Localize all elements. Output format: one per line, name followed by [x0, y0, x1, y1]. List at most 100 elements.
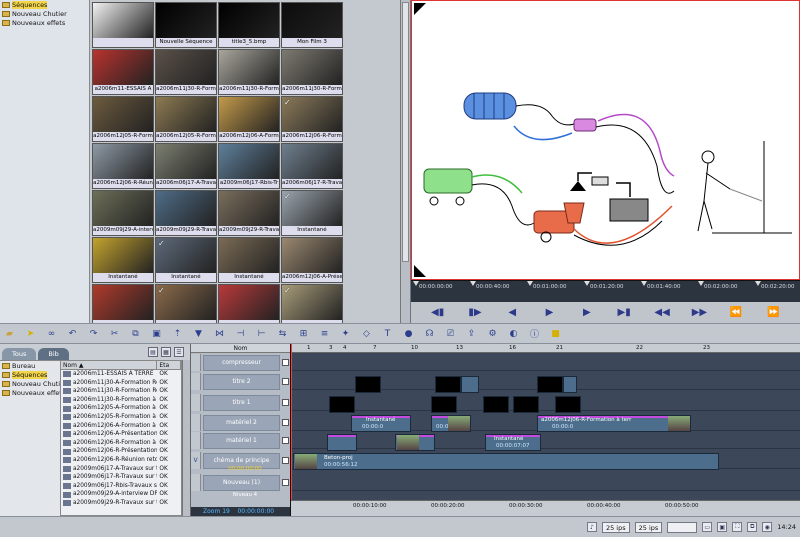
- col-name[interactable]: Nom ▲: [61, 361, 158, 369]
- step-forward-icon[interactable]: ▶: [543, 307, 557, 318]
- clip-thumbnail[interactable]: ✓: [155, 284, 217, 323]
- timeline-clip[interactable]: [329, 396, 355, 413]
- clip-thumbnail[interactable]: a2006m12j05-R-Form: [92, 96, 154, 142]
- pointer-icon[interactable]: ➤: [24, 328, 37, 340]
- timeline-clip[interactable]: Instantané 00:00:07:07: [485, 434, 541, 451]
- tree-item[interactable]: Nouveaux effets: [0, 18, 89, 27]
- clip-thumbnail[interactable]: a2006m06j17-R-Trava: [281, 143, 343, 189]
- playhead[interactable]: [291, 344, 292, 509]
- clip-thumbnail[interactable]: ✓ a2006m12j06-R-Form: [281, 96, 343, 142]
- timeline-time-ruler[interactable]: 00:00:10:00 00:00:20:00 00:00:30:00 00:00:4…: [291, 500, 800, 516]
- track-lock[interactable]: [191, 394, 201, 411]
- clip-thumbnail[interactable]: a2009m06j17-Rbis-Tr: [218, 143, 280, 189]
- track-lock[interactable]: V: [191, 452, 201, 469]
- clip-thumbnail[interactable]: a2006m12j06-A-Form: [218, 96, 280, 142]
- clip-thumbnail[interactable]: a2006m12j06-R-Réun: [92, 143, 154, 189]
- rewind-icon[interactable]: ⏪: [729, 307, 743, 318]
- marker-icon[interactable]: [584, 281, 590, 286]
- slip-icon[interactable]: ⇆: [276, 328, 289, 340]
- track-toggle[interactable]: [282, 378, 289, 385]
- list-item[interactable]: a2006m12j06-A-Présentation macOK: [61, 430, 181, 439]
- overwrite-icon[interactable]: ▣: [150, 328, 163, 340]
- timeline-clip[interactable]: Beton-proj 00:00:56:12: [293, 453, 719, 470]
- info-icon[interactable]: ⓘ: [528, 328, 541, 340]
- clip-thumbnail[interactable]: a2009m09j29-R-Trava: [155, 190, 217, 236]
- marker-icon[interactable]: [527, 281, 533, 286]
- clip-thumbnail[interactable]: ✓ Instantané: [155, 237, 217, 283]
- list-item[interactable]: a2006m12j05-R-Formation à terrOK: [61, 413, 181, 422]
- timeline-clip[interactable]: [563, 376, 577, 393]
- fullscreen-icon[interactable]: ⛶: [732, 522, 743, 532]
- fps-field-1[interactable]: 25 ips: [601, 521, 630, 533]
- tree-item[interactable]: Nouveaux effets: [0, 388, 65, 397]
- track-lock[interactable]: [191, 474, 201, 491]
- record-icon[interactable]: ●: [402, 328, 415, 340]
- track-lock[interactable]: [191, 373, 201, 390]
- track-header[interactable]: Nouveau (1): [191, 474, 291, 491]
- prev-icon[interactable]: ◀◀: [654, 307, 669, 318]
- link-icon[interactable]: ∞: [45, 328, 58, 340]
- clip-thumbnail[interactable]: Instantané: [92, 237, 154, 283]
- timeline-clip[interactable]: Instantané 00:00:0: [351, 415, 411, 432]
- timeline-clip[interactable]: [513, 396, 539, 413]
- transition-icon[interactable]: ◇: [360, 328, 373, 340]
- clip-thumbnail[interactable]: Instantané: [218, 237, 280, 283]
- step-back-icon[interactable]: ◀: [505, 307, 519, 318]
- mark-out-icon[interactable]: ▮▶: [468, 307, 482, 318]
- list-view-icon[interactable]: ☰: [174, 347, 184, 357]
- list-item[interactable]: a2009m06j17-A-Travaux sur tourOK: [61, 465, 181, 474]
- effect-icon[interactable]: ✦: [339, 328, 352, 340]
- track-lane[interactable]: [291, 474, 800, 491]
- list-item[interactable]: a2006m11j30-R-Formation à terrOK: [61, 396, 181, 405]
- list-item[interactable]: a2009m09j29-A-interview DPA OK: [61, 490, 181, 499]
- insert-icon[interactable]: ⧉: [129, 328, 142, 340]
- highlight-icon[interactable]: ■: [549, 328, 562, 340]
- list-item[interactable]: a2009m06j17-Rbis-Travaux sur tOK: [61, 482, 181, 491]
- list-item[interactable]: a2006m11-ESSAIS A TERRE OK: [61, 370, 181, 379]
- track-toggle[interactable]: [282, 419, 289, 426]
- marker-down-icon[interactable]: ▼: [192, 328, 205, 340]
- settings-icon[interactable]: ⚙: [486, 328, 499, 340]
- grid-scroll-thumb[interactable]: [402, 2, 409, 262]
- timeline-clip[interactable]: [435, 376, 461, 393]
- track-name[interactable]: titre 2: [203, 373, 280, 390]
- timeline-clip[interactable]: a2006m12j06-R-Formation à terr 00:00:0: [537, 415, 691, 432]
- list-item[interactable]: a2006m11j30-R-Formation RéunioOK: [61, 387, 181, 396]
- mark-in-icon[interactable]: ◀▮: [431, 307, 445, 318]
- lift-icon[interactable]: ⇡: [171, 328, 184, 340]
- marker-icon[interactable]: [698, 281, 704, 286]
- clip-thumbnail[interactable]: a2006m11j30-R-Form: [281, 49, 343, 95]
- clip-thumbnail[interactable]: [92, 2, 154, 48]
- track-name[interactable]: matériel 2: [203, 414, 280, 431]
- list-item[interactable]: a2006m12j06-R-Formation à terrOK: [61, 439, 181, 448]
- track-lock[interactable]: [191, 432, 201, 449]
- marker-icon[interactable]: [755, 281, 761, 286]
- track-lane[interactable]: [291, 394, 800, 411]
- clip-thumbnail[interactable]: [218, 284, 280, 323]
- overlay-icon[interactable]: ⧉: [747, 522, 758, 532]
- undo-icon[interactable]: ↶: [66, 328, 79, 340]
- fps-field-2[interactable]: 25 ips: [634, 521, 663, 533]
- marker-icon[interactable]: [413, 281, 419, 286]
- split-icon[interactable]: ⋈: [213, 328, 226, 340]
- title-icon[interactable]: T: [381, 328, 394, 340]
- clip-thumbnail[interactable]: [92, 284, 154, 323]
- next-edit-icon[interactable]: ▶▮: [617, 307, 631, 318]
- track-toggle[interactable]: [282, 359, 289, 366]
- track-lock[interactable]: [191, 414, 201, 431]
- clip-thumbnail[interactable]: a2006m11j30-R-Form: [218, 49, 280, 95]
- marker-icon[interactable]: [470, 281, 476, 286]
- audio-mixer-icon[interactable]: ≡: [318, 328, 331, 340]
- bin-scrollbar[interactable]: [182, 360, 190, 516]
- clip-thumbnail[interactable]: a2009m09j29-A-interv: [92, 190, 154, 236]
- timeline-clip[interactable]: [327, 434, 357, 451]
- eye-icon[interactable]: ◉: [762, 522, 773, 532]
- tab-tous[interactable]: Tous: [2, 348, 37, 360]
- grid-view-icon[interactable]: ▦: [161, 347, 171, 357]
- track-header[interactable]: titre 2: [191, 373, 291, 390]
- tree-item[interactable]: Bureau: [0, 361, 60, 370]
- track-name[interactable]: matériel 1: [203, 432, 280, 449]
- timeline-clip[interactable]: [431, 396, 457, 413]
- razor-icon[interactable]: ✂: [108, 328, 121, 340]
- list-item[interactable]: a2006m11j30-A-Formation RéunioOK: [61, 379, 181, 388]
